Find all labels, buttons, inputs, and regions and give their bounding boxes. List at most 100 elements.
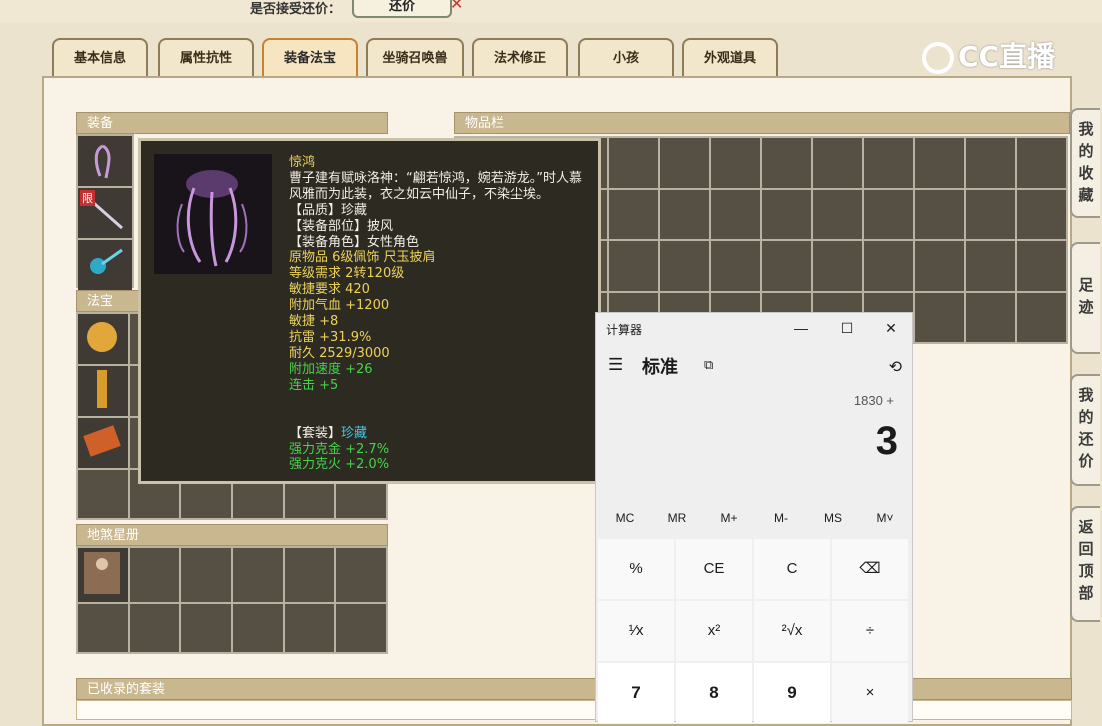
star-book-slot[interactable] <box>336 604 386 652</box>
inventory-slot[interactable] <box>711 241 760 291</box>
star-book-slot[interactable] <box>284 548 335 602</box>
star-book-slot[interactable] <box>129 548 180 602</box>
star-book-slot-1[interactable] <box>78 548 128 602</box>
close-icon[interactable]: ✕ <box>880 319 902 337</box>
clear-button[interactable]: C <box>754 539 830 599</box>
reciprocal-button[interactable]: ¹⁄x <box>598 601 674 661</box>
square-root-button[interactable]: ²√x <box>754 601 830 661</box>
memory-add-button[interactable]: M+ <box>704 511 754 525</box>
set-value: 珍藏 <box>341 425 368 441</box>
item-tooltip: 惊鸿 曹子建有赋咏洛神：“翩若惊鸿，婉若游龙。”时人慕风雅而为此装，衣之如云中仙… <box>138 138 601 484</box>
magic-slot[interactable] <box>78 470 128 518</box>
result-display: 3 <box>875 419 898 463</box>
maximize-icon[interactable]: ☐ <box>836 319 858 337</box>
tab-appearance-items[interactable]: 外观道具 <box>682 38 778 76</box>
calculator-title: 计算器 <box>606 323 643 337</box>
tab-children[interactable]: 小孩 <box>578 38 674 76</box>
inventory-slot[interactable] <box>711 189 760 239</box>
tab-mounts-pets[interactable]: 坐骑召唤兽 <box>366 38 464 76</box>
side-tab-footprints[interactable]: 足 迹 <box>1070 242 1100 354</box>
equipment-slot-cape[interactable] <box>78 136 132 186</box>
close-icon[interactable]: ✕ <box>450 0 463 13</box>
star-book-slot[interactable] <box>78 604 128 652</box>
counter-offer-button[interactable]: 还价 <box>352 0 452 18</box>
inventory-slot[interactable] <box>966 138 1015 188</box>
inventory-slot[interactable] <box>660 189 709 239</box>
digit-9-button[interactable]: 9 <box>754 663 830 723</box>
inventory-slot[interactable] <box>813 241 862 291</box>
inventory-slot[interactable] <box>915 138 964 188</box>
square-button[interactable]: x² <box>676 601 752 661</box>
inventory-slot[interactable] <box>660 138 709 188</box>
backspace-button[interactable]: ⌫ <box>832 539 908 599</box>
star-book-slot[interactable] <box>233 548 283 602</box>
star-book-slot[interactable] <box>129 604 180 652</box>
treasure-pillar-icon <box>97 370 107 408</box>
inventory-slot[interactable] <box>1017 189 1066 239</box>
side-tab-char: 部 <box>1078 584 1094 602</box>
inventory-slot[interactable] <box>915 292 964 342</box>
percent-button[interactable]: % <box>598 539 674 599</box>
side-tab-back-to-top[interactable]: 返 回 顶 部 <box>1070 506 1100 622</box>
item-agility: 敏捷 +8 <box>289 314 339 330</box>
inventory-slot[interactable] <box>915 241 964 291</box>
side-tab-my-offers[interactable]: 我 的 还 价 <box>1070 374 1100 486</box>
magic-slot-2[interactable] <box>78 366 128 416</box>
calculator-mode: 标准 <box>642 357 678 377</box>
inventory-slot[interactable] <box>864 138 913 188</box>
inventory-slot[interactable] <box>966 241 1015 291</box>
inventory-slot[interactable] <box>660 241 709 291</box>
inventory-slot[interactable] <box>762 189 811 239</box>
inventory-slot[interactable] <box>813 189 862 239</box>
digit-7-button[interactable]: 7 <box>598 663 674 723</box>
tab-attributes[interactable]: 属性抗性 <box>158 38 254 76</box>
star-book-slot[interactable] <box>284 604 335 652</box>
inventory-slot[interactable] <box>609 189 658 239</box>
inventory-slot[interactable] <box>915 189 964 239</box>
divide-button[interactable]: ÷ <box>832 601 908 661</box>
memory-recall-button[interactable]: MR <box>652 511 702 525</box>
menu-icon[interactable]: ☰ <box>608 355 623 375</box>
inventory-slot[interactable] <box>1017 138 1066 188</box>
multiply-button[interactable]: × <box>832 663 908 723</box>
history-icon[interactable]: ⟲ <box>889 357 902 377</box>
item-set-line: 【套装】珍藏 <box>289 426 594 442</box>
star-book-slot[interactable] <box>233 604 283 652</box>
equipment-slot-weapon[interactable]: 限 <box>78 188 132 238</box>
item-preview-image <box>154 154 272 274</box>
digit-8-button[interactable]: 8 <box>676 663 752 723</box>
memory-subtract-button[interactable]: M- <box>756 511 806 525</box>
memory-list-button[interactable]: M˅ <box>860 511 910 525</box>
tab-basic-info[interactable]: 基本信息 <box>52 38 148 76</box>
inventory-slot[interactable] <box>609 241 658 291</box>
equipment-slot-accessory[interactable] <box>78 240 132 290</box>
inventory-slot[interactable] <box>1017 241 1066 291</box>
inventory-slot[interactable] <box>813 138 862 188</box>
tab-spell-modifiers[interactable]: 法术修正 <box>472 38 568 76</box>
star-book-slot[interactable] <box>336 548 386 602</box>
side-tab-char: 的 <box>1078 408 1094 426</box>
star-book-slot[interactable] <box>181 604 231 652</box>
tab-equipment[interactable]: 装备法宝 <box>262 38 358 76</box>
memory-store-button[interactable]: MS <box>808 511 858 525</box>
inventory-slot[interactable] <box>762 241 811 291</box>
minimize-icon[interactable]: — <box>790 319 812 337</box>
magic-slot-3[interactable] <box>78 418 128 468</box>
inventory-slot[interactable] <box>864 241 913 291</box>
inventory-slot[interactable] <box>762 138 811 188</box>
calculator-window: 计算器 — ☐ ✕ ☰ 标准 ⧉ ⟲ 1830 + 3 MC MR M+ M- … <box>595 312 913 723</box>
magic-slot-1[interactable] <box>78 314 128 364</box>
inventory-slot[interactable] <box>966 292 1015 342</box>
item-combo: 连击 +5 <box>289 377 339 393</box>
inventory-slot[interactable] <box>609 138 658 188</box>
inventory-slot[interactable] <box>711 138 760 188</box>
memory-clear-button[interactable]: MC <box>600 511 650 525</box>
inventory-slot[interactable] <box>966 189 1015 239</box>
side-tab-my-favorites[interactable]: 我 的 收 藏 <box>1070 108 1100 218</box>
item-origin: 原物品 6级佩饰 尺玉披肩 <box>289 250 436 266</box>
keep-on-top-icon[interactable]: ⧉ <box>704 357 713 373</box>
star-book-slot[interactable] <box>181 548 231 602</box>
clear-entry-button[interactable]: CE <box>676 539 752 599</box>
inventory-slot[interactable] <box>1017 292 1066 342</box>
inventory-slot[interactable] <box>864 189 913 239</box>
